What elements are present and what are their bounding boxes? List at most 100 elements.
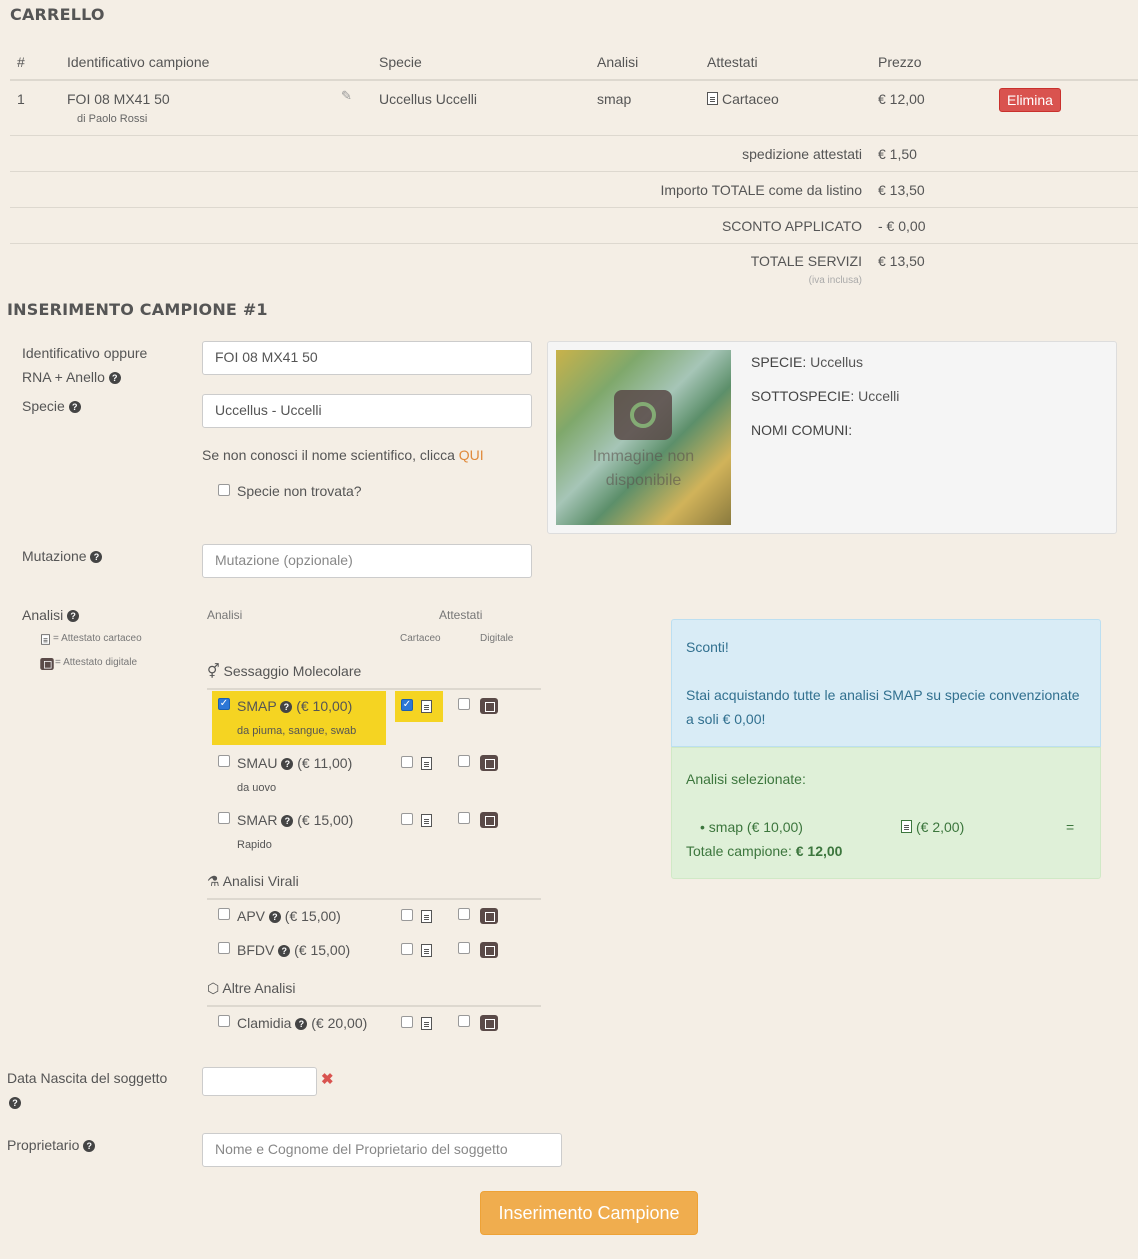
species-key: SPECIE: (751, 354, 807, 370)
subspecies-val: Uccelli (858, 388, 900, 404)
hint-link[interactable]: QUI (459, 447, 484, 463)
help-icon[interactable]: ? (9, 1097, 21, 1109)
bfdv-paper-checkbox[interactable] (401, 943, 413, 955)
col-digital: Digitale (480, 633, 514, 644)
help-icon[interactable]: ? (281, 758, 294, 770)
group-other: ⬡ Altre Analisi (207, 980, 296, 997)
smar-price: (€ 15,00) (297, 812, 354, 828)
group-divider (207, 688, 541, 690)
no-image-text-1: Immagine non (592, 448, 695, 465)
divider (10, 243, 1138, 244)
flask-icon: ⚗ (207, 873, 220, 889)
row-analysis: smap (597, 91, 632, 107)
subspecies-key: SOTTOSPECIE: (751, 388, 855, 404)
apv-price: (€ 15,00) (284, 908, 341, 924)
owner-label-text: Proprietario (7, 1137, 80, 1153)
group-divider (207, 1005, 541, 1007)
summary-shipping-value: € 1,50 (878, 146, 917, 162)
summary-discount-value: - € 0,00 (878, 218, 926, 234)
selected-total-value: € 12,00 (795, 843, 843, 859)
paper-cert-icon (707, 92, 718, 105)
col-paper: Cartaceo (400, 633, 441, 644)
summary-shipping-label: spedizione attestati (742, 146, 862, 162)
help-icon[interactable]: ? (67, 610, 80, 622)
help-icon[interactable]: ? (68, 401, 81, 413)
row-price: € 12,00 (878, 91, 925, 107)
help-icon[interactable]: ? (268, 911, 281, 923)
paper-cert-icon (421, 757, 432, 770)
smar-paper-checkbox[interactable] (401, 813, 413, 825)
owner-input[interactable]: Nome e Cognome del Proprietario del sogg… (202, 1133, 562, 1167)
apv-checkbox[interactable] (218, 908, 230, 920)
smap-digital-checkbox[interactable] (458, 698, 470, 710)
smau-digital-checkbox[interactable] (458, 755, 470, 767)
smap-paper-checkbox[interactable]: ✓ (401, 699, 413, 711)
group-molecular: ⚥ Sessaggio Molecolare (207, 663, 361, 680)
clamidia-digital-checkbox[interactable] (458, 1015, 470, 1027)
divider (10, 171, 1138, 172)
species-info: SPECIE: Uccellus (751, 354, 863, 370)
smau-checkbox[interactable] (218, 755, 230, 767)
species-not-found-checkbox[interactable] (218, 484, 230, 496)
paper-cert-icon (421, 944, 432, 957)
group-viral-label: Analisi Virali (222, 873, 299, 889)
smap-price: (€ 10,00) (296, 698, 353, 714)
edit-pencil-icon[interactable]: ✎ (341, 88, 352, 104)
hint-text: Se non conosci il nome scientifico, clic… (202, 447, 455, 463)
help-icon[interactable]: ? (83, 1140, 96, 1152)
subspecies-info: SOTTOSPECIE: Uccelli (751, 388, 899, 404)
smar-checkbox[interactable] (218, 812, 230, 824)
clear-date-icon[interactable]: ✖ (321, 1070, 334, 1088)
paper-cert-icon (901, 820, 912, 833)
species-input[interactable]: Uccellus - Uccelli (202, 394, 532, 428)
clamidia-paper-checkbox[interactable] (401, 1016, 413, 1028)
smau-paper-checkbox[interactable] (401, 756, 413, 768)
apv-name-row: APV ? (€ 15,00) (237, 908, 341, 924)
owner-label: Proprietario ? (7, 1137, 96, 1153)
col-header-species: Specie (379, 54, 422, 70)
discount-text-2: a soli € 0,00! (686, 711, 766, 727)
help-icon[interactable]: ? (280, 701, 293, 713)
gender-icon: ⚥ (207, 663, 220, 679)
species-label: Specie ? (22, 398, 81, 414)
hexagon-icon: ⬡ (207, 980, 220, 996)
discount-title: Sconti! (686, 639, 729, 655)
summary-total-label: TOTALE SERVIZI (750, 253, 862, 269)
help-icon[interactable]: ? (295, 1018, 308, 1030)
smar-name: SMAR (237, 812, 278, 828)
smap-checkbox[interactable]: ✓ (218, 698, 230, 710)
apv-digital-checkbox[interactable] (458, 908, 470, 920)
header-divider (10, 79, 1138, 81)
clamidia-price: (€ 20,00) (311, 1015, 368, 1031)
row-id: FOI 08 MX41 50 (67, 91, 170, 107)
bfdv-digital-checkbox[interactable] (458, 942, 470, 954)
bfdv-checkbox[interactable] (218, 942, 230, 954)
digital-cert-icon (480, 1015, 498, 1031)
id-input[interactable]: FOI 08 MX41 50 (202, 341, 532, 375)
help-icon[interactable]: ? (90, 551, 103, 563)
paper-cert-icon (421, 1017, 432, 1030)
apv-paper-checkbox[interactable] (401, 909, 413, 921)
species-not-found-label: Specie non trovata? (237, 483, 362, 499)
col-certs: Attestati (439, 608, 483, 622)
clamidia-name: Clamidia (237, 1015, 292, 1031)
species-label-text: Specie (22, 398, 65, 414)
help-icon[interactable]: ? (108, 372, 121, 384)
group-viral: ⚗ Analisi Virali (207, 873, 299, 890)
delete-button[interactable]: Elimina (999, 88, 1061, 112)
help-icon[interactable]: ? (278, 945, 291, 957)
birth-date-input[interactable] (202, 1067, 317, 1096)
row-num: 1 (17, 91, 25, 107)
summary-discount-label: SCONTO APPLICATO (721, 218, 862, 234)
selected-eq: = (1066, 819, 1075, 835)
smau-name: SMAU (237, 755, 278, 771)
group-divider (207, 898, 541, 900)
col-header-num: # (17, 54, 25, 70)
clamidia-checkbox[interactable] (218, 1015, 230, 1027)
mutation-input[interactable]: Mutazione (opzionale) (202, 544, 532, 578)
col-header-id: Identificativo campione (67, 54, 210, 70)
smau-price: (€ 11,00) (297, 755, 353, 771)
submit-button[interactable]: Inserimento Campione (480, 1191, 698, 1235)
help-icon[interactable]: ? (281, 815, 294, 827)
smar-digital-checkbox[interactable] (458, 812, 470, 824)
